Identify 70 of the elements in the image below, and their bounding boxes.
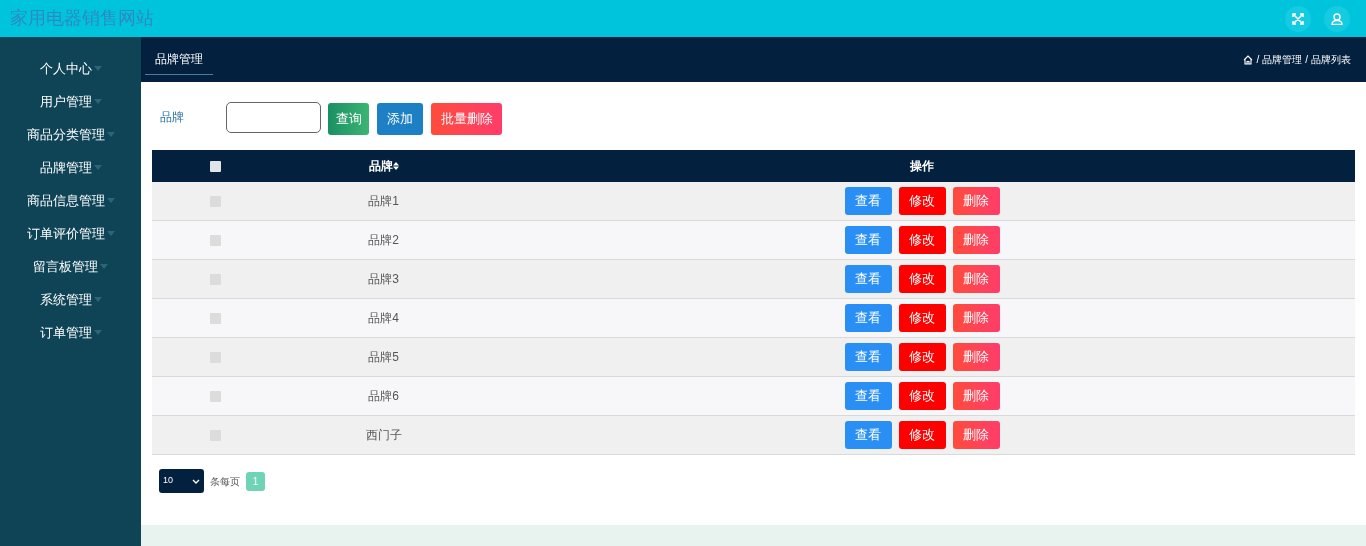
sidebar-item[interactable]: 商品信息管理	[26, 190, 105, 211]
sidebar-item[interactable]: 订单评价管理	[26, 223, 105, 244]
edit-button[interactable]: 修改	[898, 421, 946, 449]
column-header[interactable]: 品牌	[368, 157, 393, 175]
edit-button[interactable]: 修改	[898, 226, 946, 254]
site-title: 家用电器销售网站	[10, 7, 154, 30]
table-cell-text: 品牌3	[368, 271, 399, 288]
sidebar-item[interactable]: 订单管理	[39, 322, 92, 343]
home-icon[interactable]	[1243, 54, 1254, 65]
tab[interactable]: 品牌管理	[145, 44, 213, 75]
caret-icon	[106, 231, 115, 236]
view-button[interactable]: 查看	[844, 343, 892, 371]
bulk-delete-button[interactable]: 批量删除	[431, 103, 502, 135]
delete-button[interactable]: 删除	[952, 343, 1000, 371]
checkbox[interactable]	[209, 160, 221, 172]
caret-icon	[106, 198, 115, 203]
sidebar-item[interactable]: 商品分类管理	[26, 124, 105, 145]
caret-icon	[93, 297, 102, 302]
table-cell-text: 品牌1	[368, 193, 399, 210]
per-page-label: 条每页	[210, 474, 240, 489]
table-cell-text: 品牌6	[368, 388, 399, 405]
delete-button[interactable]: 删除	[952, 421, 1000, 449]
view-button[interactable]: 查看	[844, 304, 892, 332]
table-cell-text: 品牌2	[368, 232, 399, 249]
add-button[interactable]: 添加	[377, 103, 423, 135]
view-button[interactable]: 查看	[844, 187, 892, 215]
breadcrumb-item[interactable]: 品牌管理	[1262, 52, 1303, 67]
table-cell-text: 西门子	[365, 427, 402, 444]
sort-icon[interactable]	[392, 162, 399, 170]
edit-button[interactable]: 修改	[898, 265, 946, 293]
breadcrumb-item[interactable]: 品牌列表	[1311, 52, 1351, 67]
delete-button[interactable]: 删除	[952, 226, 1000, 254]
edit-button[interactable]: 修改	[898, 382, 946, 410]
brand-input-field[interactable]	[226, 101, 321, 133]
caret-icon	[93, 99, 102, 104]
breadcrumb-separator: /	[1256, 53, 1260, 67]
caret-icon	[93, 66, 102, 71]
chevron-icon	[192, 478, 200, 484]
checkbox[interactable]	[209, 234, 221, 246]
delete-button[interactable]: 删除	[952, 187, 1000, 215]
checkbox[interactable]	[209, 312, 221, 324]
page-size-select[interactable]: 10	[159, 469, 204, 493]
edit-button[interactable]: 修改	[898, 187, 946, 215]
edit-button[interactable]: 修改	[898, 304, 946, 332]
sidebar-item[interactable]: 留言板管理	[33, 256, 98, 277]
caret-icon	[93, 165, 102, 170]
table-cell-text: 品牌5	[368, 349, 399, 366]
field-label: 品牌	[160, 109, 185, 126]
view-button[interactable]: 查看	[844, 382, 892, 410]
sidebar-item[interactable]: 系统管理	[39, 289, 92, 310]
fullscreen-icon[interactable]	[1285, 5, 1311, 32]
caret-icon	[106, 132, 115, 137]
sidebar-item[interactable]: 用户管理	[39, 91, 92, 112]
delete-button[interactable]: 删除	[952, 382, 1000, 410]
breadcrumb-separator: /	[1305, 53, 1308, 67]
checkbox[interactable]	[209, 390, 221, 402]
view-button[interactable]: 查看	[844, 265, 892, 293]
delete-button[interactable]: 删除	[952, 304, 1000, 332]
view-button[interactable]: 查看	[844, 226, 892, 254]
delete-button[interactable]: 删除	[952, 265, 1000, 293]
sidebar-item[interactable]: 个人中心	[39, 58, 92, 79]
caret-icon	[93, 330, 102, 335]
user-icon[interactable]	[1324, 5, 1350, 32]
edit-button[interactable]: 修改	[898, 343, 946, 371]
table-cell-text: 品牌4	[368, 310, 399, 327]
sidebar-item[interactable]: 品牌管理	[39, 157, 92, 178]
search-button[interactable]: 查询	[328, 103, 369, 135]
view-button[interactable]: 查看	[844, 421, 892, 449]
column-header: 操作	[910, 158, 934, 175]
caret-icon	[100, 264, 108, 269]
